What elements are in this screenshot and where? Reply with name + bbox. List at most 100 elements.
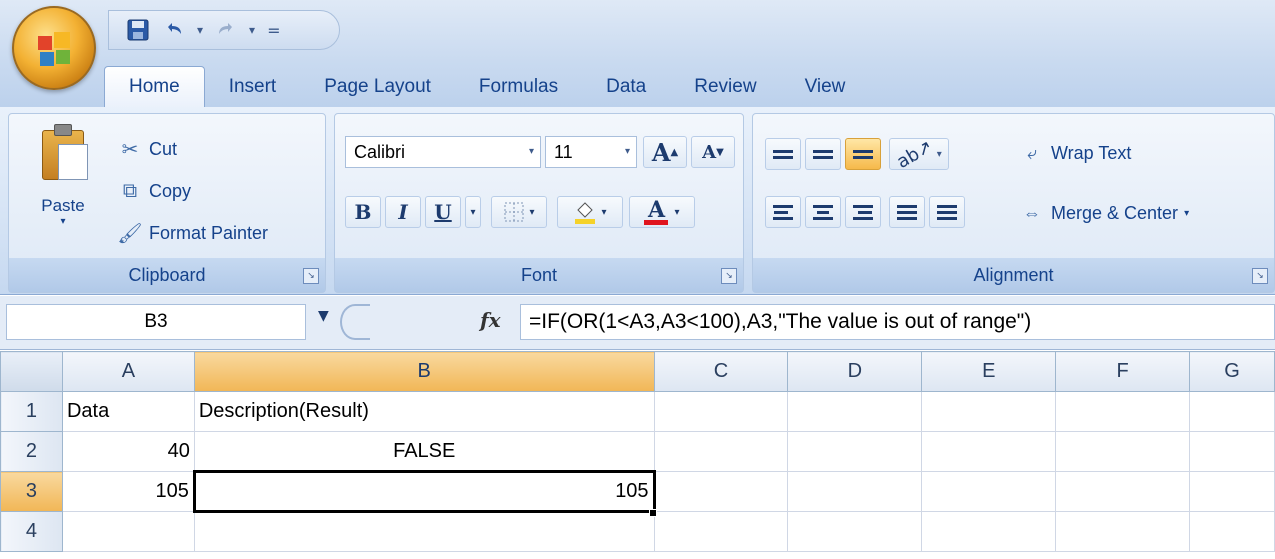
cell-e1[interactable] <box>921 391 1057 432</box>
grow-font-button[interactable]: A ▲ <box>643 136 687 168</box>
tab-page-layout[interactable]: Page Layout <box>300 66 455 108</box>
column-header-c[interactable]: C <box>653 351 789 392</box>
copy-button[interactable]: ⧉ Copy <box>117 176 191 206</box>
merge-center-button[interactable]: ⇔ Merge & Center ▾ <box>1019 198 1189 228</box>
undo-icon[interactable] <box>161 17 187 43</box>
cell-f1[interactable] <box>1055 391 1191 432</box>
office-button[interactable] <box>12 6 96 90</box>
column-header-g[interactable]: G <box>1189 351 1275 392</box>
cell-e3[interactable] <box>921 471 1057 512</box>
cell-g2[interactable] <box>1189 431 1275 472</box>
font-size-combo[interactable]: 11 ▾ <box>545 136 637 168</box>
increase-indent-button[interactable] <box>929 196 965 228</box>
active-cell-b3[interactable]: 105 <box>192 470 656 513</box>
copy-icon: ⧉ <box>122 179 138 202</box>
column-header-b[interactable]: B <box>193 351 655 392</box>
align-left-button[interactable] <box>765 196 801 228</box>
middle-align-button[interactable] <box>805 138 841 170</box>
fill-color-button[interactable]: ▾ <box>557 196 623 228</box>
format-painter-button[interactable]: 🖌 Format Painter <box>117 218 268 248</box>
cell-d1[interactable] <box>787 391 923 432</box>
cell-a1[interactable]: Data <box>61 391 195 432</box>
name-box-dropdown-icon[interactable]: ▼ <box>318 308 329 324</box>
cell-c3[interactable] <box>653 471 789 512</box>
font-size-dropdown-icon[interactable]: ▾ <box>625 137 630 167</box>
alignment-dialog-launcher-icon[interactable]: ↘ <box>1252 268 1268 284</box>
cell-e2[interactable] <box>921 431 1057 472</box>
format-painter-label: Format Painter <box>149 222 269 243</box>
tab-home[interactable]: Home <box>104 66 205 108</box>
cell-d2[interactable] <box>787 431 923 472</box>
underline-dropdown-icon[interactable]: ▾ <box>465 196 481 228</box>
tab-formulas[interactable]: Formulas <box>455 66 582 108</box>
redo-dropdown-icon[interactable]: ▾ <box>249 23 255 37</box>
column-header-a[interactable]: A <box>61 351 195 392</box>
cell-d4[interactable] <box>787 511 923 552</box>
paste-dropdown-icon[interactable]: ▾ <box>23 216 103 227</box>
name-box[interactable]: B3 <box>6 304 306 340</box>
column-header-f[interactable]: F <box>1055 351 1191 392</box>
fill-handle[interactable] <box>649 509 657 517</box>
grow-font-label: A <box>651 137 671 167</box>
cell-b4[interactable] <box>193 511 655 552</box>
italic-button[interactable]: I <box>385 196 421 228</box>
cut-button[interactable]: ✂ Cut <box>117 134 177 164</box>
row-header-4[interactable]: 4 <box>0 511 63 552</box>
paste-icon <box>36 124 90 182</box>
borders-button[interactable]: ▾ <box>491 196 547 228</box>
cell-c1[interactable] <box>653 391 789 432</box>
center-button[interactable] <box>805 196 841 228</box>
row-header-1[interactable]: 1 <box>0 391 63 432</box>
shrink-font-button[interactable]: A ▼ <box>691 136 735 168</box>
undo-dropdown-icon[interactable]: ▾ <box>197 23 203 37</box>
formula-input[interactable]: =IF(OR(1<A3,A3<100),A3,"The value is out… <box>520 304 1275 340</box>
tab-view[interactable]: View <box>781 66 870 108</box>
orientation-button[interactable]: ab↗ ▾ <box>889 136 949 172</box>
save-icon[interactable] <box>125 17 151 43</box>
cell-b2[interactable]: FALSE <box>193 431 655 472</box>
wrap-text-button[interactable]: ⤶ Wrap Text <box>1019 138 1131 168</box>
column-header-e[interactable]: E <box>921 351 1057 392</box>
font-color-button[interactable]: A ▾ <box>629 196 695 228</box>
paste-button[interactable]: Paste ▾ <box>23 124 103 244</box>
bold-button[interactable]: B <box>345 196 381 228</box>
row-header-3[interactable]: 3 <box>0 471 63 512</box>
insert-function-button[interactable]: fx <box>480 308 501 332</box>
align-right-button[interactable] <box>845 196 881 228</box>
customize-toolbar-icon[interactable]: = <box>267 21 280 40</box>
paste-label: Paste <box>41 196 85 215</box>
font-dialog-launcher-icon[interactable]: ↘ <box>721 268 737 284</box>
cell-a4[interactable] <box>61 511 195 552</box>
cell-d3[interactable] <box>787 471 923 512</box>
paintbrush-icon: 🖌 <box>117 222 143 245</box>
tab-insert[interactable]: Insert <box>205 66 301 108</box>
select-all-corner[interactable] <box>0 351 63 392</box>
cell-g3[interactable] <box>1189 471 1275 512</box>
cell-f3[interactable] <box>1055 471 1191 512</box>
underline-button[interactable]: U <box>425 196 461 228</box>
redo-icon[interactable] <box>213 17 239 43</box>
tab-data[interactable]: Data <box>582 66 670 108</box>
decrease-indent-button[interactable] <box>889 196 925 228</box>
cell-f4[interactable] <box>1055 511 1191 552</box>
top-align-button[interactable] <box>765 138 801 170</box>
cell-c4[interactable] <box>653 511 789 552</box>
clipboard-dialog-launcher-icon[interactable]: ↘ <box>303 268 319 284</box>
font-name-dropdown-icon[interactable]: ▾ <box>529 137 534 167</box>
cell-c2[interactable] <box>653 431 789 472</box>
font-name-combo[interactable]: Calibri ▾ <box>345 136 541 168</box>
cell-e4[interactable] <box>921 511 1057 552</box>
cell-b1[interactable]: Description(Result) <box>193 391 655 432</box>
bottom-align-button[interactable] <box>845 138 881 170</box>
cell-a2[interactable]: 40 <box>61 431 195 472</box>
tab-review[interactable]: Review <box>670 66 780 108</box>
cell-g4[interactable] <box>1189 511 1275 552</box>
cell-g1[interactable] <box>1189 391 1275 432</box>
table-row: 1 Data Description(Result) <box>0 391 1275 432</box>
merge-center-dropdown-icon[interactable]: ▾ <box>1184 208 1189 219</box>
cell-f2[interactable] <box>1055 431 1191 472</box>
row-header-2[interactable]: 2 <box>0 431 63 472</box>
cell-a3[interactable]: 105 <box>61 471 195 512</box>
column-header-d[interactable]: D <box>787 351 923 392</box>
worksheet-grid: A B C D E F G 1 Data Description(Result)… <box>0 351 1275 559</box>
